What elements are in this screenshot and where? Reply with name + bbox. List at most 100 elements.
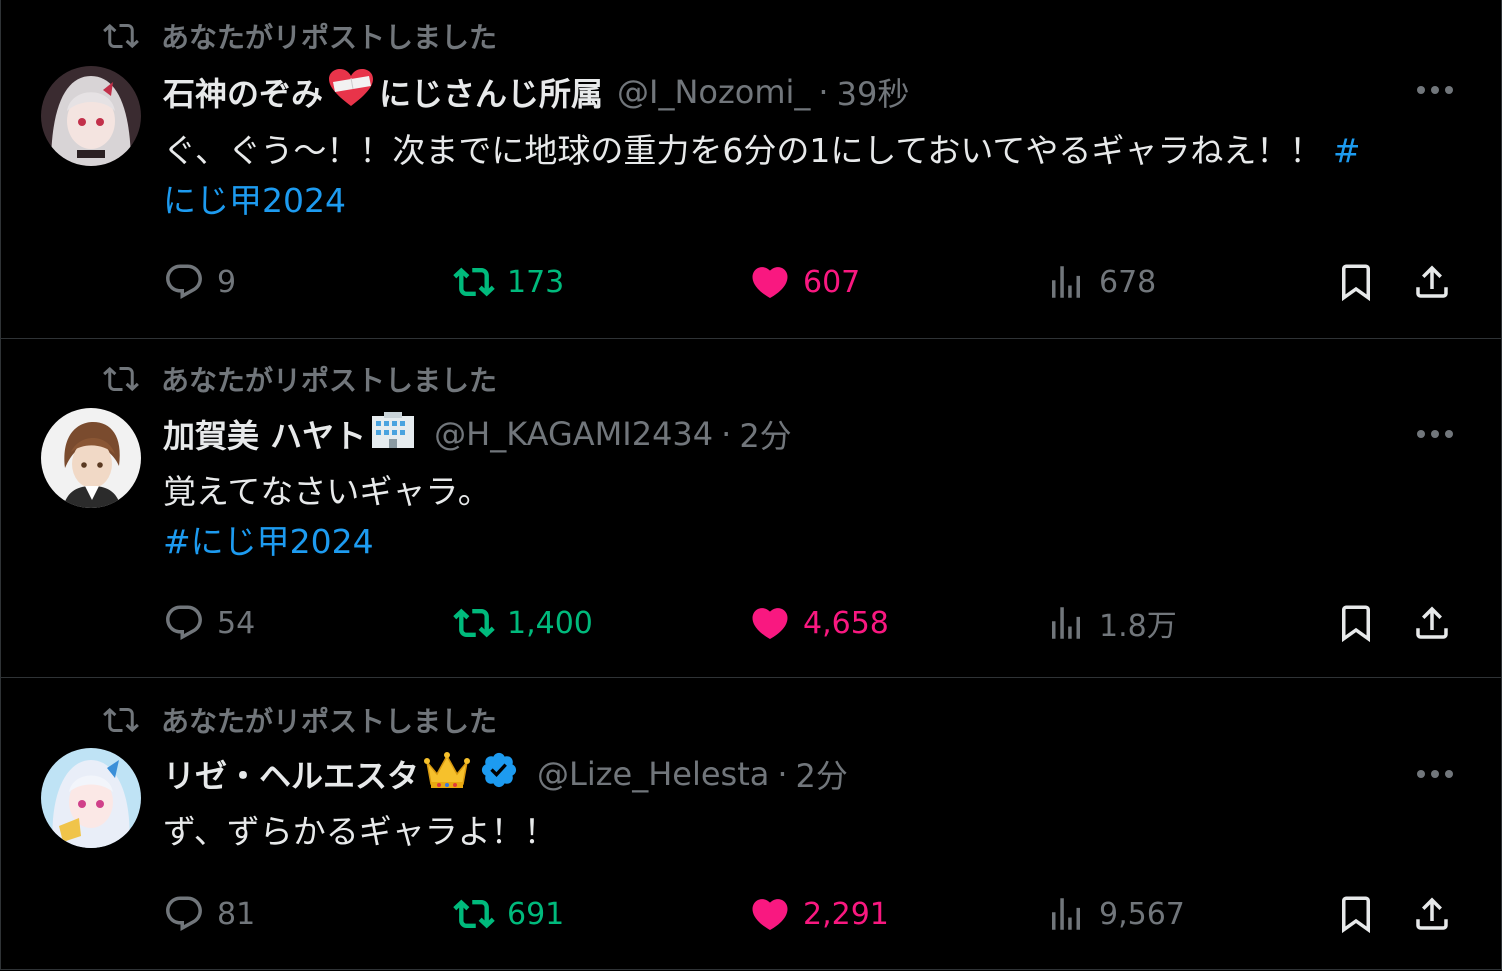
heart-icon xyxy=(752,608,788,640)
tweet-body: 覚えてなさいギャラ。 xyxy=(163,472,491,511)
like-count: 2,291 xyxy=(803,896,889,932)
bookmark-icon xyxy=(1342,896,1370,934)
display-name-suffix: にじさんじ所属 xyxy=(379,75,604,113)
timeline-feed: あなたがリポストしました 石神のぞみ にじさんじ所属 @I_Nozomi_ · … xyxy=(0,0,1502,970)
reply-icon xyxy=(166,605,202,640)
separator-dot: · xyxy=(818,73,829,111)
tweet-body: ず、ずらかるギャラよ！！ xyxy=(163,812,557,851)
tweet-header: リゼ・ヘルエスタ @Lize_Helesta · 2分 xyxy=(163,752,848,796)
repost-icon xyxy=(103,707,139,733)
reply-button[interactable]: 81 xyxy=(163,892,255,936)
share-button[interactable] xyxy=(1411,892,1453,936)
reply-count: 54 xyxy=(217,605,256,641)
bookmark-button[interactable] xyxy=(1335,601,1377,645)
like-button[interactable]: 2,291 xyxy=(749,892,889,936)
more-icon xyxy=(1417,86,1453,94)
views-icon xyxy=(1052,607,1080,639)
repost-icon xyxy=(103,366,139,392)
timestamp[interactable]: 2分 xyxy=(796,751,848,797)
timestamp[interactable]: 2分 xyxy=(739,411,791,457)
bookmark-button[interactable] xyxy=(1335,260,1377,304)
repost-notice-label: あなたがリポストしました xyxy=(161,364,498,397)
bookmark-icon xyxy=(1342,605,1370,643)
repost-notice-label: あなたがリポストしました xyxy=(161,21,498,54)
display-name[interactable]: リゼ・ヘルエスタ xyxy=(163,751,419,797)
more-options-button[interactable] xyxy=(1415,70,1455,110)
avatar[interactable] xyxy=(41,408,141,508)
repost-icon xyxy=(453,899,495,929)
more-icon xyxy=(1417,770,1453,778)
office-building-emoji xyxy=(370,410,416,458)
repost-count: 691 xyxy=(507,896,565,932)
reply-icon xyxy=(166,896,202,931)
repost-count: 173 xyxy=(507,264,565,300)
tweet-text: 覚えてなさいギャラ。 #にじ甲2024 xyxy=(163,467,1383,567)
views-icon xyxy=(1052,898,1080,930)
timestamp[interactable]: 39秒 xyxy=(837,69,910,115)
like-button[interactable]: 4,658 xyxy=(749,601,889,645)
tweet-actions: 54 1,400 4,658 1.8万 xyxy=(163,601,1463,645)
heart-icon xyxy=(752,899,788,931)
bookmark-button[interactable] xyxy=(1335,892,1377,936)
tweet-actions: 81 691 2,291 9,567 xyxy=(163,892,1463,936)
repost-notice: あなたがリポストしました xyxy=(103,18,497,54)
like-count: 607 xyxy=(803,264,861,300)
share-button[interactable] xyxy=(1411,260,1453,304)
avatar[interactable] xyxy=(41,748,141,848)
repost-button[interactable]: 1,400 xyxy=(453,601,593,645)
tweet[interactable]: あなたがリポストしました 石神のぞみ にじさんじ所属 @I_Nozomi_ · … xyxy=(1,0,1501,339)
like-count: 4,658 xyxy=(803,605,889,641)
display-name[interactable]: 加賀美 ハヤト xyxy=(163,411,366,457)
repost-notice: あなたがリポストしました xyxy=(103,361,497,397)
views-count: 678 xyxy=(1099,264,1157,300)
views-count: 9,567 xyxy=(1099,896,1185,932)
heart-bandage-emoji xyxy=(327,68,375,116)
repost-button[interactable]: 691 xyxy=(453,892,564,936)
tweet-body: ぐ、ぐう～！！次までに地球の重力を6分の1にしておいてやるギャラねえ！！ xyxy=(163,131,1333,170)
user-handle[interactable]: @Lize_Helesta xyxy=(537,755,769,793)
repost-icon xyxy=(453,267,495,297)
repost-button[interactable]: 173 xyxy=(453,260,564,304)
share-icon xyxy=(1416,897,1448,930)
tweet-header: 加賀美 ハヤト @H_KAGAMI2434 · 2分 xyxy=(163,412,792,456)
hashtag-link[interactable]: #にじ甲2024 xyxy=(163,517,1383,567)
display-name[interactable]: 石神のぞみ xyxy=(163,69,323,115)
share-icon xyxy=(1416,606,1448,639)
avatar[interactable] xyxy=(41,66,141,166)
views-button[interactable]: 1.8万 xyxy=(1045,601,1177,645)
tweet-actions: 9 173 607 678 xyxy=(163,260,1463,304)
views-button[interactable]: 9,567 xyxy=(1045,892,1185,936)
repost-notice: あなたがリポストしました xyxy=(103,702,497,738)
views-icon xyxy=(1052,266,1080,298)
heart-icon xyxy=(752,267,788,299)
more-options-button[interactable] xyxy=(1415,414,1455,454)
separator-dot: · xyxy=(721,415,732,453)
reply-icon xyxy=(166,264,202,299)
avatar-image xyxy=(41,66,141,166)
like-button[interactable]: 607 xyxy=(749,260,860,304)
tweet-text: ず、ずらかるギャラよ！！ xyxy=(163,807,1383,857)
repost-notice-label: あなたがリポストしました xyxy=(161,705,498,738)
reply-count: 81 xyxy=(217,896,256,932)
repost-count: 1,400 xyxy=(507,605,593,641)
views-count: 1.8万 xyxy=(1099,609,1177,644)
reply-button[interactable]: 9 xyxy=(163,260,236,304)
more-icon xyxy=(1417,430,1453,438)
reply-count: 9 xyxy=(217,264,237,300)
share-button[interactable] xyxy=(1411,601,1453,645)
views-button[interactable]: 678 xyxy=(1045,260,1156,304)
separator-dot: · xyxy=(777,755,788,793)
tweet[interactable]: あなたがリポストしました 加賀美 ハヤト @H_KAGAMI2434 · 2分 xyxy=(1,339,1501,678)
reply-button[interactable]: 54 xyxy=(163,601,255,645)
crown-emoji xyxy=(423,750,471,798)
user-handle[interactable]: @H_KAGAMI2434 xyxy=(434,415,713,453)
bookmark-icon xyxy=(1342,264,1370,302)
avatar-image xyxy=(41,748,141,848)
more-options-button[interactable] xyxy=(1415,754,1455,794)
tweet[interactable]: あなたがリポストしました リゼ・ヘルエスタ @Lize_Helesta · 2分… xyxy=(1,678,1501,969)
repost-icon xyxy=(103,23,139,49)
repost-icon xyxy=(453,608,495,638)
share-icon xyxy=(1416,265,1448,298)
user-handle[interactable]: @I_Nozomi_ xyxy=(617,73,810,111)
verified-badge-icon xyxy=(479,750,519,798)
